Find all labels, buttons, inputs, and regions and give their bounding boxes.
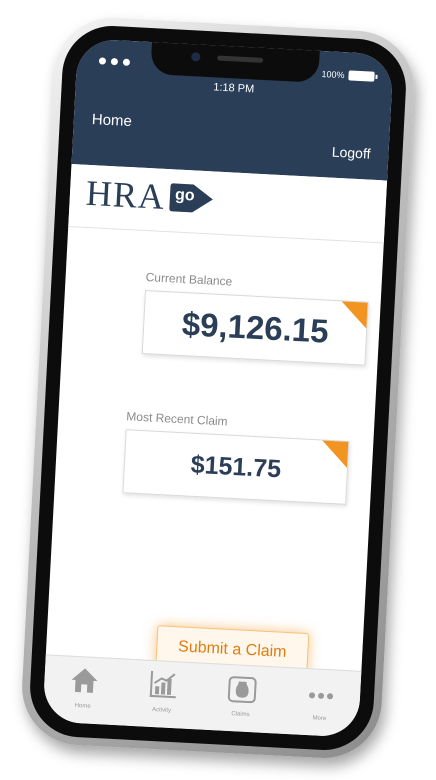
phone-screen: 1:18 PM 100% Home Logoff HRA go Current … <box>42 38 394 738</box>
money-bag-icon <box>227 676 257 704</box>
home-icon <box>71 668 97 693</box>
nav-home-link[interactable]: Home <box>91 111 132 130</box>
logoff-button[interactable]: Logoff <box>331 144 370 162</box>
tab-claims[interactable]: Claims <box>200 664 282 734</box>
logo-text: HRA <box>84 172 166 217</box>
stage: 1:18 PM 100% Home Logoff HRA go Current … <box>0 0 436 780</box>
camera-icon <box>191 52 201 62</box>
recent-claim-card[interactable]: $151.75 <box>122 429 350 505</box>
phone-bezel: 1:18 PM 100% Home Logoff HRA go Current … <box>27 23 409 753</box>
speaker-grill <box>217 55 264 63</box>
phone-frame: 1:18 PM 100% Home Logoff HRA go Current … <box>19 15 417 761</box>
chart-icon <box>149 670 176 699</box>
signal-dots-icon <box>98 57 131 66</box>
tab-more[interactable]: More <box>279 668 361 738</box>
logo-go-badge: go <box>168 180 216 216</box>
logo-badge-text: go <box>174 186 196 205</box>
recent-claim-corner-marker <box>321 440 349 468</box>
bottom-tab-bar: Home Activity Claims More <box>42 654 362 738</box>
balance-value: $9,126.15 <box>180 305 330 350</box>
tab-activity[interactable]: Activity <box>121 659 203 729</box>
battery-percent: 100% <box>321 68 345 81</box>
balance-card[interactable]: $9,126.15 <box>141 290 369 366</box>
tab-home-label: Home <box>74 702 91 710</box>
more-icon <box>308 692 333 700</box>
balance-corner-marker <box>340 301 368 329</box>
tab-more-label: More <box>312 715 327 723</box>
hra-go-logo: HRA go <box>84 172 216 218</box>
balance-label: Current Balance <box>145 270 233 289</box>
tab-claims-label: Claims <box>231 711 250 719</box>
battery-icon <box>348 70 375 82</box>
tab-activity-label: Activity <box>151 706 172 714</box>
recent-claim-value: $151.75 <box>190 450 282 484</box>
tab-home[interactable]: Home <box>42 655 124 725</box>
recent-claim-label: Most Recent Claim <box>126 409 228 429</box>
battery-indicator: 100% <box>321 68 375 82</box>
